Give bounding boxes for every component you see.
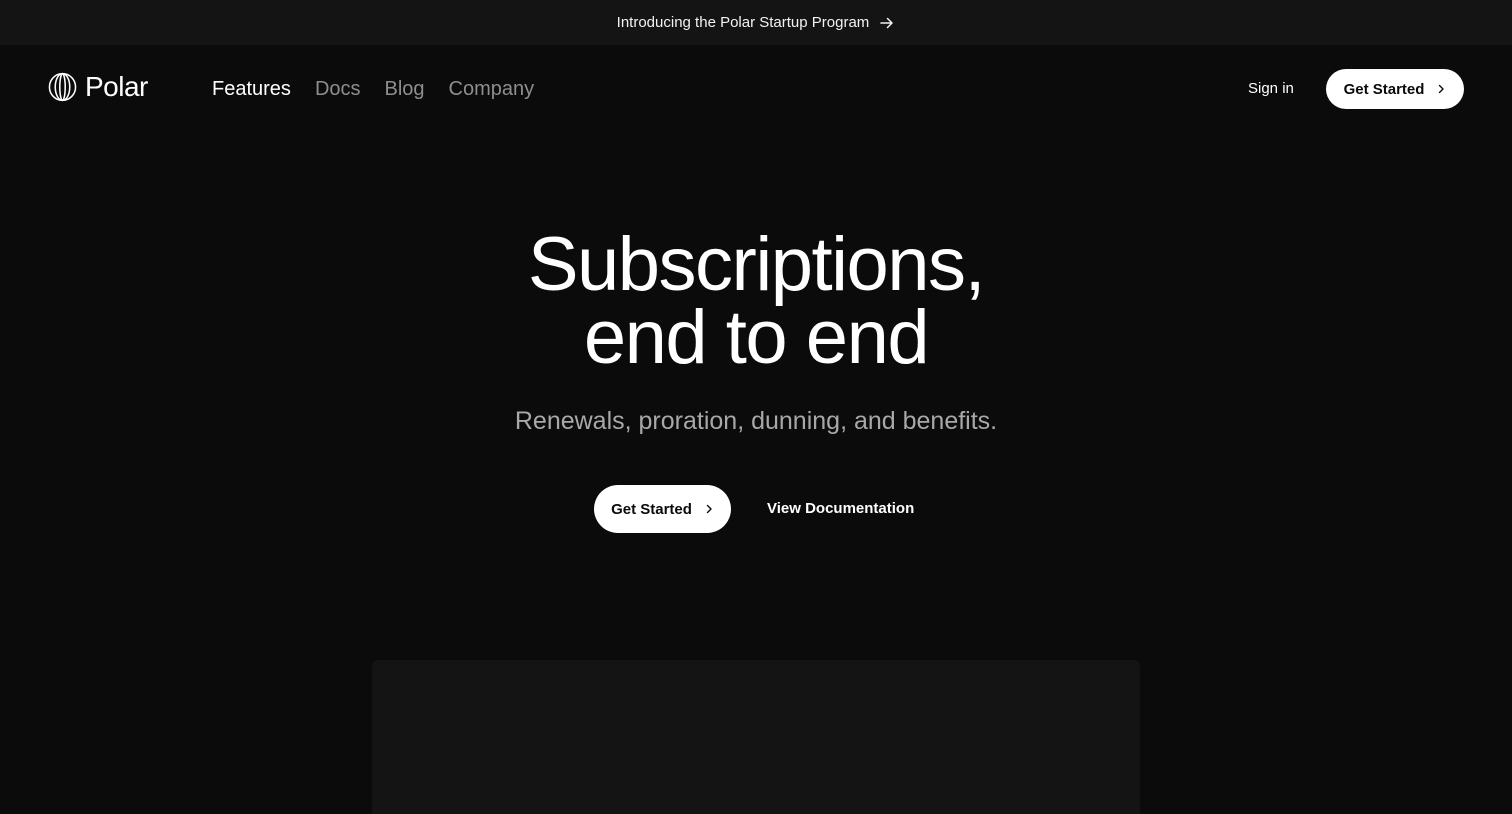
header-get-started-label: Get Started: [1343, 80, 1425, 98]
logo-text: Polar: [85, 71, 148, 102]
chevron-right-icon: [1439, 84, 1445, 94]
hero-subtitle: Renewals, proration, dunning, and benefi…: [514, 407, 998, 435]
announcement-text: Introducing the Polar Startup Program: [616, 14, 870, 31]
header-get-started-button[interactable]: Get Started: [1326, 69, 1464, 109]
announcement-bar[interactable]: Introducing the Polar Startup Program: [0, 0, 1512, 45]
site-header: Polar Features Docs Blog Company Sign in…: [0, 45, 1512, 133]
hero-get-started-label: Get Started: [611, 500, 692, 518]
hero-title-line-1: Subscriptions,: [527, 222, 986, 307]
main-nav: Features Docs Blog Company: [212, 76, 534, 102]
hero-title: Subscriptions, end to end: [0, 222, 1512, 380]
product-preview-panel: [372, 660, 1140, 814]
nav-item-company[interactable]: Company: [449, 76, 535, 102]
nav-item-blog[interactable]: Blog: [385, 76, 425, 102]
view-documentation-link[interactable]: View Documentation: [767, 499, 914, 519]
polar-logo-icon: [48, 72, 77, 102]
arrow-right-icon: [879, 15, 895, 31]
nav-item-features[interactable]: Features: [212, 76, 291, 102]
sign-in-link[interactable]: Sign in: [1248, 79, 1294, 99]
hero-title-line-2: end to end: [583, 295, 930, 380]
hero-get-started-button[interactable]: Get Started: [594, 485, 731, 533]
nav-item-docs[interactable]: Docs: [315, 76, 361, 102]
chevron-right-icon: [706, 504, 712, 514]
logo-link[interactable]: Polar: [48, 72, 148, 102]
